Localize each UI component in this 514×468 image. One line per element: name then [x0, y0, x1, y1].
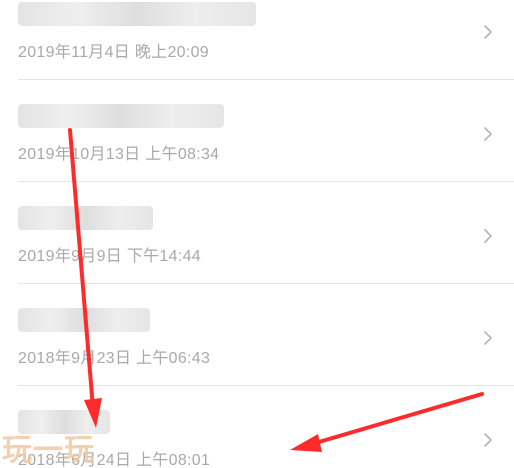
redaction-blur	[18, 2, 256, 26]
redaction-blur	[18, 206, 153, 230]
device-list: 2019年11月4日 晚上20:09 2019年10月13日 上午08:34 2…	[0, 0, 514, 468]
list-item[interactable]: 2019年10月13日 上午08:34	[0, 80, 514, 182]
list-item[interactable]: 2019年11月4日 晚上20:09	[0, 0, 514, 80]
device-history-screen: 2019年11月4日 晚上20:09 2019年10月13日 上午08:34 2…	[0, 0, 514, 468]
list-item[interactable]: 2019年9月9日 下午14:44	[0, 182, 514, 284]
list-item[interactable]: 2018年9月23日 上午06:43	[0, 284, 514, 386]
chevron-right-icon	[484, 127, 492, 141]
device-name	[18, 306, 258, 336]
chevron-right-icon	[484, 433, 492, 447]
connection-date: 2019年10月13日 上午08:34	[18, 146, 220, 163]
redaction-blur	[18, 308, 150, 332]
device-name	[18, 0, 258, 30]
chevron-right-icon	[484, 25, 492, 39]
device-name	[18, 204, 258, 234]
redaction-blur	[18, 104, 224, 128]
chevron-right-icon	[484, 331, 492, 345]
connection-date: 2019年11月4日 晚上20:09	[18, 44, 209, 61]
connection-date: 2019年9月9日 下午14:44	[18, 248, 201, 265]
device-name	[18, 102, 258, 132]
watermark-logo: 玩一玩	[2, 433, 95, 468]
connection-date: 2018年9月23日 上午06:43	[18, 350, 211, 367]
chevron-right-icon	[484, 229, 492, 243]
